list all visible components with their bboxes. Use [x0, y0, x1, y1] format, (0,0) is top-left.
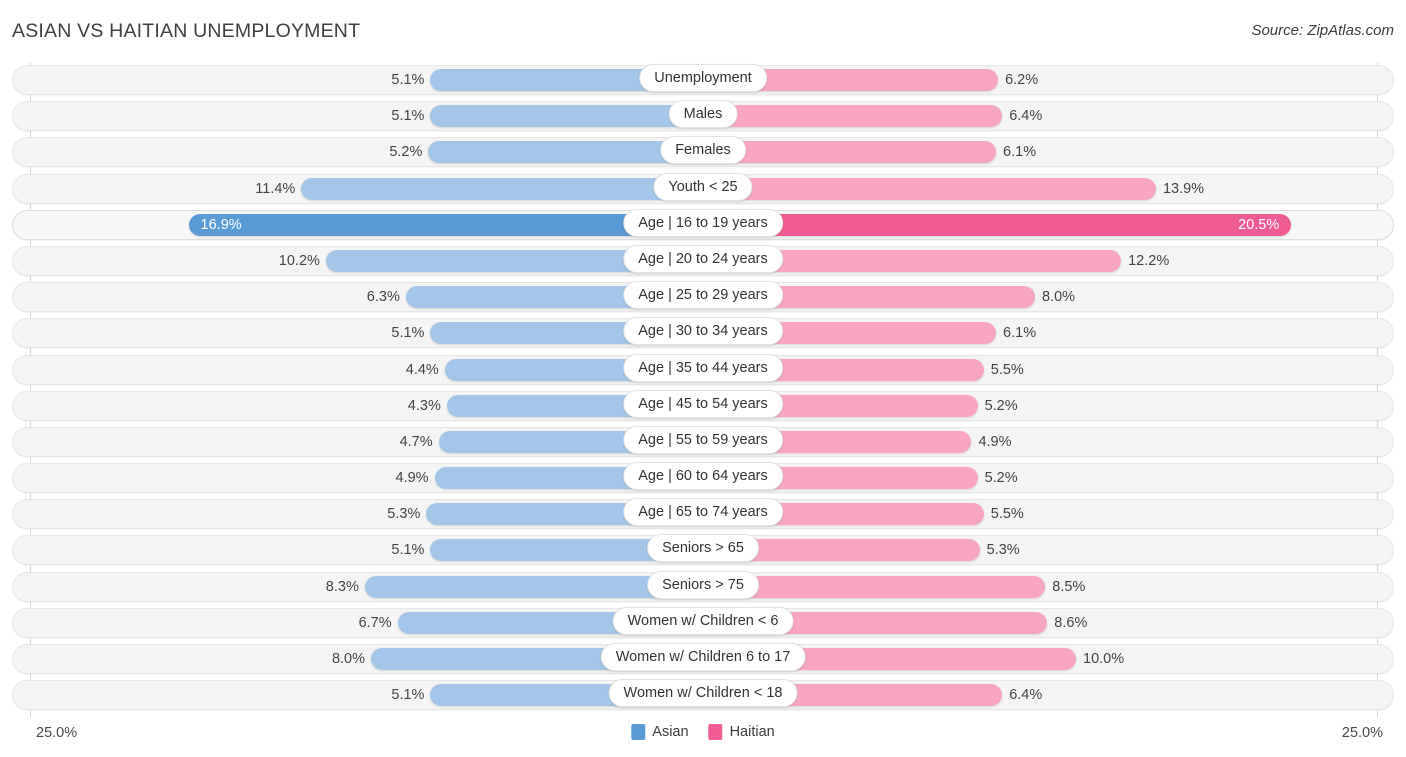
bar-row[interactable]: 5.1% 6.1% Age | 30 to 34 years — [0, 315, 1406, 351]
axis-label-left: 25.0% — [36, 725, 78, 741]
value-label-asian: 5.1% — [391, 687, 425, 704]
bar-row[interactable]: 5.1% 5.3% Seniors > 65 — [0, 532, 1406, 568]
bar-row[interactable]: 5.1% 6.4% Males — [0, 98, 1406, 134]
value-label-haitian: 6.1% — [1003, 325, 1037, 342]
bar-row[interactable]: 11.4% 13.9% Youth < 25 — [0, 171, 1406, 207]
value-label-asian: 5.2% — [389, 144, 423, 161]
value-label-haitian: 6.2% — [1005, 72, 1039, 88]
row-label-pill[interactable]: Women w/ Children < 18 — [608, 679, 798, 708]
bar-haitian[interactable] — [703, 141, 997, 164]
chart-header: ASIAN VS HAITIAN UNEMPLOYMENT Source: Zi… — [0, 0, 1406, 62]
value-label-asian: 5.1% — [391, 325, 425, 342]
row-label-pill[interactable]: Age | 65 to 74 years — [623, 498, 783, 527]
chart-footer: 25.0% 25.0% Asian Haitian — [0, 717, 1406, 757]
value-label-haitian: 20.5% — [1238, 216, 1280, 233]
bar-asian[interactable] — [301, 177, 703, 200]
value-label-asian: 4.9% — [395, 470, 429, 487]
bar-row[interactable]: 6.7% 8.6% Women w/ Children < 6 — [0, 605, 1406, 641]
value-label-haitian: 5.3% — [986, 542, 1020, 559]
value-label-haitian: 6.1% — [1003, 144, 1037, 161]
value-label-asian: 5.3% — [387, 506, 421, 523]
bar-haitian[interactable] — [703, 177, 1156, 200]
value-label-asian: 5.1% — [391, 542, 425, 559]
bar-row[interactable]: 8.0% 10.0% Women w/ Children 6 to 17 — [0, 641, 1406, 677]
value-label-haitian: 10.0% — [1083, 651, 1125, 667]
value-label-haitian: 6.4% — [1009, 108, 1043, 125]
value-label-asian: 6.3% — [366, 289, 400, 306]
bar-rows-container: 5.1% 6.2% Unemployment 5.1% 6.4% Males 5.2% 6.1… — [0, 62, 1406, 713]
row-label-pill[interactable]: Women w/ Children 6 to 17 — [600, 643, 806, 671]
bar-haitian[interactable] — [703, 105, 1003, 128]
bar-haitian[interactable]: 20.5% — [703, 213, 1292, 236]
row-label-pill[interactable]: Age | 16 to 19 years — [623, 208, 783, 237]
value-label-asian: 16.9% — [200, 216, 242, 233]
bar-row[interactable]: 5.1% 6.2% Unemployment — [0, 62, 1406, 98]
legend-item[interactable]: Haitian — [708, 724, 775, 740]
bar-row[interactable]: 4.4% 5.5% Age | 35 to 44 years — [0, 352, 1406, 388]
value-label-haitian: 8.0% — [1042, 289, 1076, 306]
legend-swatch-icon — [631, 724, 646, 740]
row-label-pill[interactable]: Age | 55 to 59 years — [623, 425, 783, 454]
legend-label: Haitian — [729, 724, 775, 740]
legend-swatch-icon — [708, 724, 723, 740]
bar-row[interactable]: 8.3% 8.5% Seniors > 75 — [0, 569, 1406, 605]
row-label-pill[interactable]: Age | 35 to 44 years — [623, 353, 783, 382]
bar-row[interactable]: 5.3% 5.5% Age | 65 to 74 years — [0, 496, 1406, 532]
bar-row[interactable]: 4.7% 4.9% Age | 55 to 59 years — [0, 424, 1406, 460]
row-label-pill[interactable]: Unemployment — [639, 64, 767, 92]
value-label-haitian: 8.6% — [1054, 614, 1088, 631]
value-label-asian: 4.7% — [399, 433, 433, 450]
row-label-pill[interactable]: Age | 25 to 29 years — [623, 281, 783, 310]
bar-row[interactable]: 5.2% 6.1% Females — [0, 134, 1406, 170]
chart-legend: Asian Haitian — [631, 724, 775, 740]
row-label-pill[interactable]: Age | 45 to 54 years — [623, 389, 783, 418]
legend-label: Asian — [652, 724, 689, 740]
value-label-haitian: 5.5% — [990, 506, 1024, 523]
value-label-asian: 6.7% — [358, 614, 392, 631]
row-label-pill[interactable]: Women w/ Children < 6 — [612, 606, 794, 635]
value-label-haitian: 4.9% — [978, 433, 1012, 450]
value-label-asian: 8.3% — [325, 578, 359, 595]
bar-row[interactable]: 5.1% 6.4% Women w/ Children < 18 — [0, 677, 1406, 713]
value-label-haitian: 5.5% — [990, 361, 1024, 378]
bar-row[interactable]: 4.3% 5.2% Age | 45 to 54 years — [0, 388, 1406, 424]
row-label-pill[interactable]: Males — [668, 100, 738, 129]
legend-item[interactable]: Asian — [631, 724, 689, 740]
bar-asian[interactable] — [430, 105, 703, 128]
value-label-asian: 5.1% — [391, 72, 425, 88]
bar-row[interactable]: 16.9% 20.5% Age | 16 to 19 years — [0, 207, 1406, 243]
row-label-pill[interactable]: Age | 20 to 24 years — [623, 244, 783, 273]
axis-label-right: 25.0% — [1341, 725, 1383, 741]
row-label-pill[interactable]: Seniors > 75 — [647, 570, 759, 599]
value-label-haitian: 5.2% — [984, 470, 1018, 487]
value-label-haitian: 6.4% — [1009, 687, 1043, 704]
page-title: ASIAN VS HAITIAN UNEMPLOYMENT — [12, 20, 361, 42]
row-label-pill[interactable]: Seniors > 65 — [647, 534, 759, 563]
value-label-haitian: 13.9% — [1162, 180, 1205, 197]
value-label-asian: 4.3% — [407, 397, 441, 414]
bar-row[interactable]: 10.2% 12.2% Age | 20 to 24 years — [0, 243, 1406, 279]
row-label-pill[interactable]: Age | 60 to 64 years — [623, 462, 783, 491]
row-label-pill[interactable]: Females — [660, 136, 746, 165]
chart-plot-area: 5.1% 6.2% Unemployment 5.1% 6.4% Males 5.2% 6.1… — [0, 62, 1406, 717]
value-label-asian: 8.0% — [331, 651, 365, 667]
value-label-asian: 4.4% — [405, 361, 439, 378]
value-label-asian: 10.2% — [278, 252, 320, 269]
value-label-haitian: 8.5% — [1052, 578, 1086, 595]
row-label-pill[interactable]: Age | 30 to 34 years — [623, 317, 783, 346]
value-label-asian: 11.4% — [255, 180, 296, 197]
bar-row[interactable]: 6.3% 8.0% Age | 25 to 29 years — [0, 279, 1406, 315]
bar-row[interactable]: 4.9% 5.2% Age | 60 to 64 years — [0, 460, 1406, 496]
value-label-asian: 5.1% — [391, 108, 425, 125]
value-label-haitian: 12.2% — [1128, 252, 1170, 269]
source-attribution: Source: ZipAtlas.com — [1251, 22, 1394, 39]
row-label-pill[interactable]: Youth < 25 — [653, 172, 753, 201]
value-label-haitian: 5.2% — [984, 397, 1018, 414]
